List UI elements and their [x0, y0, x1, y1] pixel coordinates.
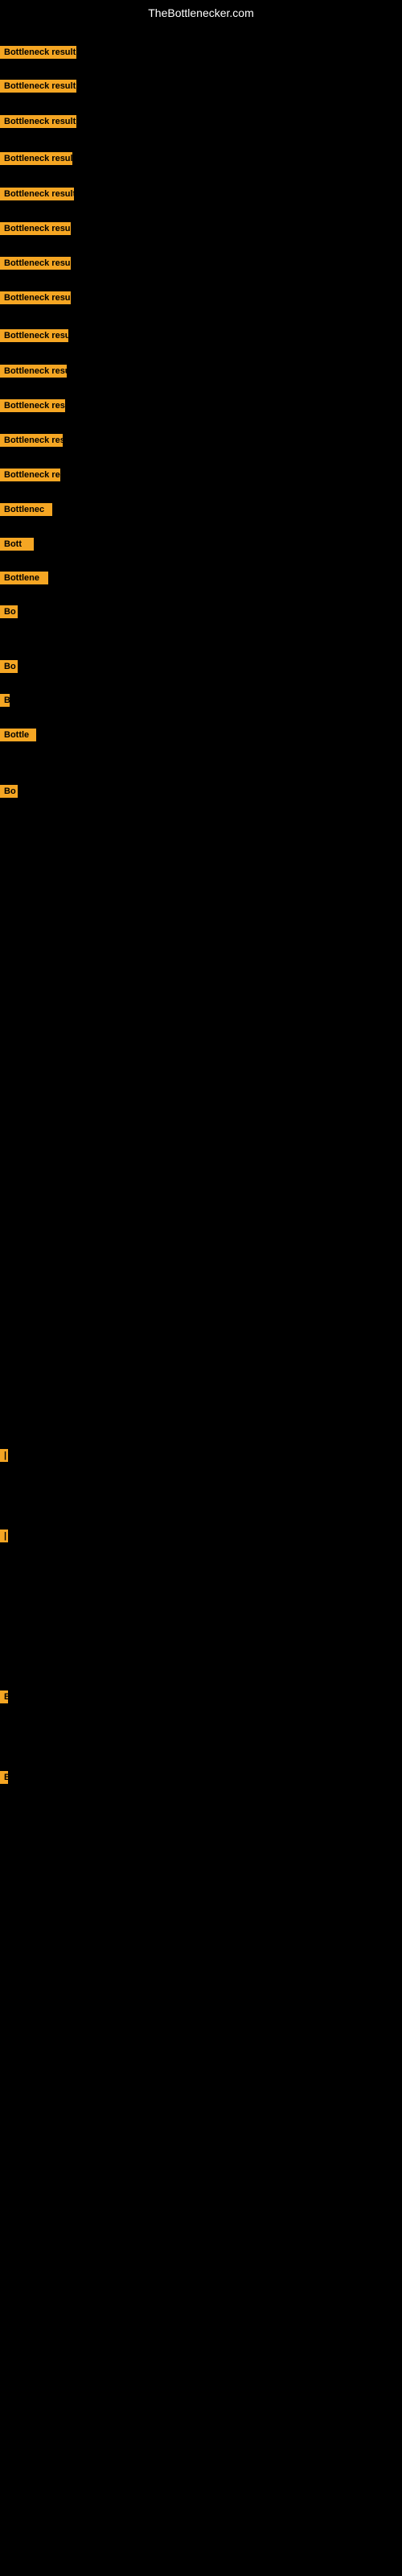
- bottleneck-badge: Bottleneck result: [0, 115, 76, 128]
- bottleneck-badge: Bottleneck resu: [0, 365, 67, 378]
- bottleneck-badge: Bottleneck result: [0, 257, 71, 270]
- bottleneck-badge: Bottleneck re: [0, 469, 60, 481]
- site-title-text: TheBottlenecker.com: [148, 6, 254, 19]
- bottleneck-badge: Bo: [0, 785, 18, 798]
- bottleneck-badge: B: [0, 694, 10, 707]
- bottleneck-badge: Bottleneck res: [0, 399, 65, 412]
- bottleneck-badge: Bo: [0, 660, 18, 673]
- bottleneck-badge: B: [0, 1690, 8, 1703]
- bottleneck-badge: Bottleneck res: [0, 434, 63, 447]
- bottleneck-badge: Bottlenec: [0, 503, 52, 516]
- bottleneck-badge: Bottlene: [0, 572, 48, 584]
- bottleneck-badge: Bottleneck result: [0, 80, 76, 93]
- bottleneck-badge: Bottleneck result: [0, 46, 76, 59]
- bottleneck-badge: Bottleneck result: [0, 152, 72, 165]
- site-title: TheBottlenecker.com: [0, 0, 402, 26]
- bottleneck-badge: Bottle: [0, 729, 36, 741]
- bottleneck-badge: Bottleneck result: [0, 188, 74, 200]
- bottleneck-badge: Bottleneck result: [0, 329, 68, 342]
- bottleneck-badge: |: [0, 1530, 8, 1542]
- bottleneck-badge: Bottleneck result: [0, 222, 71, 235]
- bottleneck-badge: Bo: [0, 605, 18, 618]
- bottleneck-badge: |: [0, 1449, 8, 1462]
- bottleneck-badge: Bott: [0, 538, 34, 551]
- bottleneck-badge: Bottleneck result: [0, 291, 71, 304]
- bottleneck-badge: B: [0, 1771, 8, 1784]
